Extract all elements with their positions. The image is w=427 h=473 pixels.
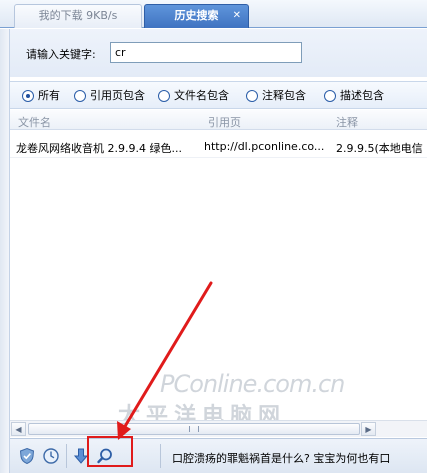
radio-dot — [158, 90, 170, 102]
scroll-right-arrow-icon[interactable]: ▶ — [361, 422, 376, 436]
filter-label-description: 描述包含 — [340, 89, 384, 102]
scroll-left-arrow-icon[interactable]: ◀ — [11, 422, 26, 436]
radio-dot — [246, 90, 258, 102]
filter-radio-referrer[interactable]: 引用页包含 — [74, 89, 145, 103]
tab-history-search[interactable]: 历史搜索 ✕ — [144, 4, 249, 28]
watermark-logo: PConline.com.cn — [160, 370, 345, 398]
table-row[interactable]: 龙卷风网络收音机 2.9.9.4 绿色... http://dl.pconlin… — [10, 134, 427, 158]
close-icon[interactable]: ✕ — [233, 5, 241, 27]
filter-label-filename: 文件名包含 — [174, 89, 229, 102]
filter-bar: 所有 引用页包含 文件名包含 注释包含 描述包含 — [10, 81, 427, 109]
clock-icon — [43, 448, 59, 464]
tab-my-downloads-label: 我的下载 9KB/s — [38, 9, 118, 22]
toolbar-separator — [160, 444, 161, 468]
search-label: 请输入关键字: — [26, 48, 96, 61]
shield-button[interactable] — [16, 445, 38, 467]
column-header-referrer[interactable]: 引用页 — [208, 114, 241, 130]
filter-label-all: 所有 — [38, 89, 60, 102]
radio-dot — [74, 90, 86, 102]
bottom-toolbar: 口腔溃疡的罪魁祸首是什么? 宝宝为何也有口 — [10, 438, 427, 473]
scrollbar-thumb[interactable] — [28, 423, 360, 435]
search-panel: 请输入关键字: — [10, 29, 427, 77]
grip-icon — [189, 426, 199, 432]
filter-radio-comment[interactable]: 注释包含 — [246, 89, 306, 103]
tab-my-downloads[interactable]: 我的下载 9KB/s — [14, 4, 142, 28]
column-header-comment[interactable]: 注释 — [336, 114, 358, 130]
tab-bar: 我的下载 9KB/s 历史搜索 ✕ — [0, 0, 427, 28]
filter-label-referrer: 引用页包含 — [90, 89, 145, 102]
cell-referrer: http://dl.pconline.co... — [204, 140, 325, 153]
search-input[interactable] — [110, 42, 302, 63]
filter-radio-filename[interactable]: 文件名包含 — [158, 89, 229, 103]
news-ticker[interactable]: 口腔溃疡的罪魁祸首是什么? 宝宝为何也有口 — [172, 450, 390, 466]
left-panel-edge — [0, 29, 10, 473]
cell-filename: 龙卷风网络收音机 2.9.9.4 绿色... — [16, 142, 182, 155]
cell-comment: 2.9.9.5(本地电信 — [336, 142, 423, 155]
radio-dot — [324, 90, 336, 102]
horizontal-scrollbar[interactable]: ◀ ▶ — [10, 420, 427, 437]
tab-history-search-label: 历史搜索 — [174, 9, 219, 22]
table-header: 文件名 引用页 注释 — [10, 110, 427, 130]
radio-dot — [22, 90, 34, 102]
column-header-filename[interactable]: 文件名 — [18, 114, 51, 130]
toolbar-separator — [66, 444, 67, 468]
annotation-highlight-box — [87, 436, 133, 467]
history-clock-button[interactable] — [40, 445, 62, 467]
shield-icon — [19, 447, 35, 465]
filter-radio-description[interactable]: 描述包含 — [324, 89, 384, 103]
filter-radio-all[interactable]: 所有 — [22, 89, 60, 103]
filter-label-comment: 注释包含 — [262, 89, 306, 102]
